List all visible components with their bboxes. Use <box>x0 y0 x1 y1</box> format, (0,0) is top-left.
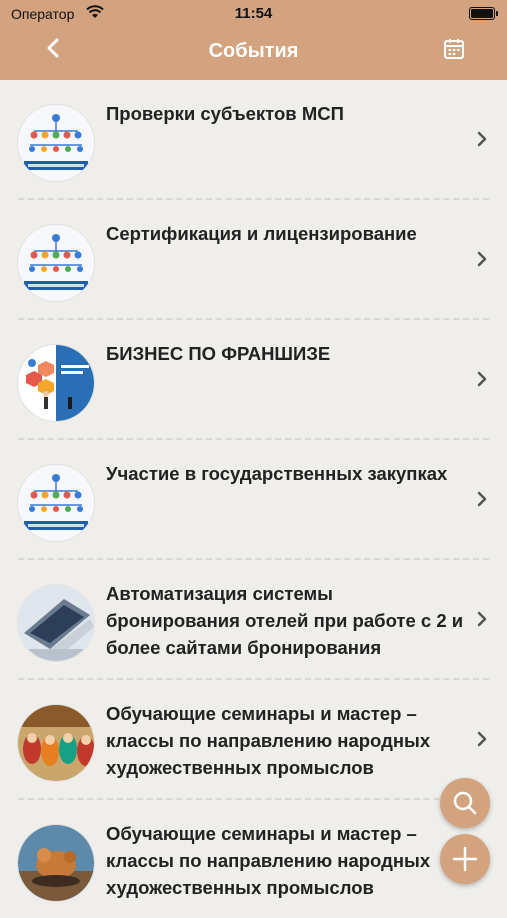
event-title: БИЗНЕС ПО ФРАНШИЗЕ <box>106 343 331 364</box>
event-title: Автоматизация системы бронирования отеле… <box>106 583 464 658</box>
plus-icon <box>452 846 478 872</box>
status-bar: Оператор 11:54 <box>0 0 507 28</box>
event-thumbnail <box>18 705 94 781</box>
list-item[interactable]: Обучающие семинары и мастер – классы по … <box>18 800 489 918</box>
list-item[interactable]: Сертификация и лицензирование <box>18 200 489 320</box>
chevron-right-icon <box>477 371 487 387</box>
event-title: Обучающие семинары и мастер – классы по … <box>106 703 431 778</box>
list-item[interactable]: Проверки субъектов МСП <box>18 80 489 200</box>
add-button[interactable] <box>440 834 490 884</box>
event-title: Обучающие семинары и мастер – классы по … <box>106 823 431 898</box>
event-thumbnail <box>18 345 94 421</box>
event-title: Проверки субъектов МСП <box>106 103 344 124</box>
event-title: Участие в государственных закупках <box>106 463 448 484</box>
top-bar: Оператор 11:54 События <box>0 0 507 80</box>
calendar-icon[interactable] <box>442 37 466 61</box>
chevron-right-icon <box>477 491 487 507</box>
chevron-right-icon <box>477 611 487 627</box>
clock: 11:54 <box>234 5 273 22</box>
list-item[interactable]: Участие в государственных закупках <box>18 440 489 560</box>
chevron-right-icon <box>477 731 487 747</box>
battery-icon <box>469 7 498 20</box>
chevron-right-icon <box>477 251 487 267</box>
event-thumbnail <box>18 105 94 181</box>
chevron-right-icon <box>477 131 487 147</box>
list-item[interactable]: БИЗНЕС ПО ФРАНШИЗЕ <box>18 320 489 440</box>
search-button[interactable] <box>440 778 490 828</box>
event-thumbnail <box>18 465 94 541</box>
event-thumbnail <box>18 585 94 661</box>
list-item[interactable]: Автоматизация системы бронирования отеле… <box>18 560 489 680</box>
event-thumbnail <box>18 225 94 301</box>
event-thumbnail <box>18 825 94 901</box>
events-list: Проверки субъектов МСП Сертификация и ли… <box>0 80 507 918</box>
search-icon <box>453 791 477 815</box>
event-title: Сертификация и лицензирование <box>106 223 417 244</box>
list-item[interactable]: Обучающие семинары и мастер – классы по … <box>18 680 489 800</box>
page-title: События <box>208 40 299 62</box>
